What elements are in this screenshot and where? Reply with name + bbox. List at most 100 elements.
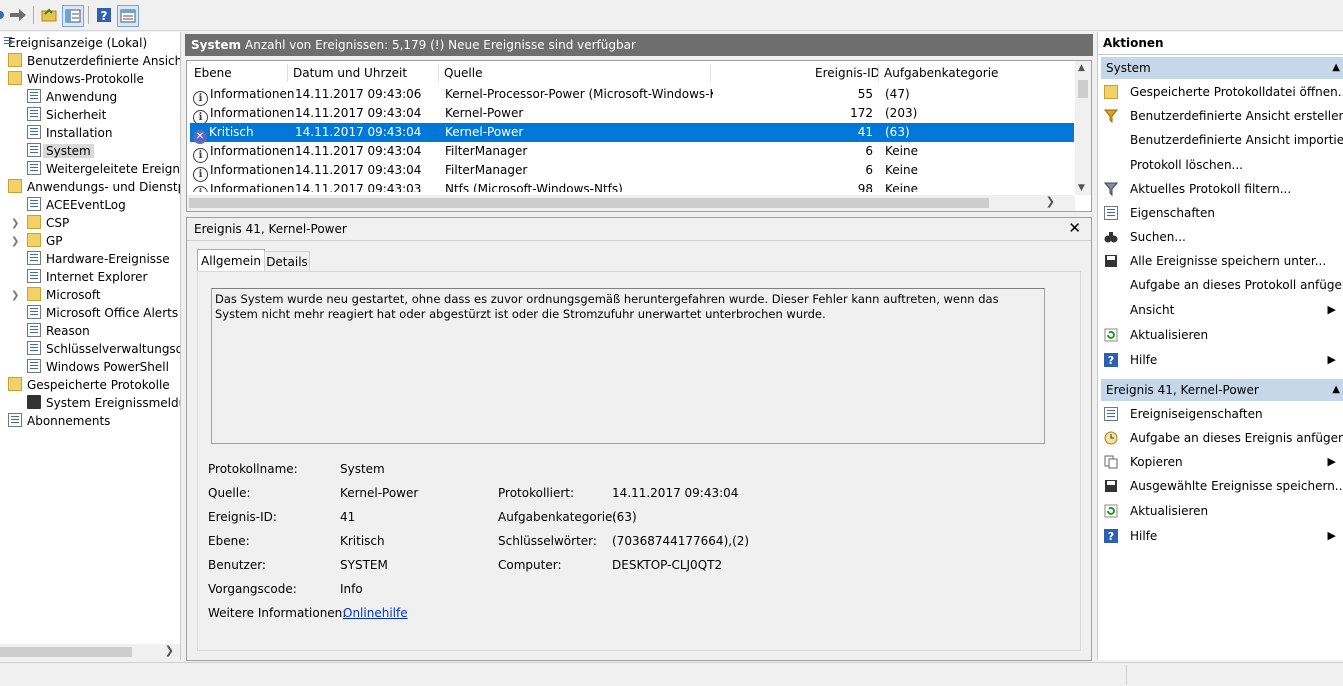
field-value-taskcat[interactable]: (63) — [612, 510, 637, 524]
tab-allgemein[interactable]: Allgemein — [197, 249, 265, 272]
column-header-event-id[interactable]: Ereignis-ID — [815, 61, 880, 85]
tree-item-hardware[interactable]: Hardware-Ereignisse — [27, 250, 170, 268]
id-cell: 6 — [865, 163, 873, 177]
vertical-scrollbar[interactable]: ▲ ▼ — [1075, 61, 1091, 195]
action-create-custom-view[interactable]: Benutzerdefinierte Ansicht erstellen... — [1103, 105, 1343, 127]
folder-icon — [8, 53, 22, 67]
forward-arrow-icon[interactable] — [8, 5, 28, 25]
table-row-selected[interactable]: ✕ Kritisch 14.11.2017 09:43:04 Kernel-Pow… — [190, 123, 1074, 144]
tree-label: GP — [46, 234, 63, 248]
table-row[interactable]: iInformationen 14.11.2017 09:43:03 Ntfs … — [190, 180, 1074, 192]
action-attach-task-event[interactable]: Aufgabe an dieses Ereignis anfügen... — [1104, 427, 1343, 449]
chevron-right-icon[interactable]: ❯ — [11, 236, 19, 247]
online-help-link[interactable]: Onlinehilfe — [343, 606, 408, 620]
open-folder-icon[interactable] — [39, 5, 59, 25]
subscriptions-icon — [8, 413, 22, 427]
action-attach-task-log[interactable]: Aufgabe an dieses Protokoll anfügen... — [1104, 274, 1343, 296]
tree-item-sicherheit[interactable]: Sicherheit — [27, 106, 106, 124]
column-header-category[interactable]: Aufgabenkategorie — [884, 61, 998, 85]
table-row[interactable]: i Informationen 14.11.2017 09:43:04 Filte… — [190, 161, 1074, 182]
action-view[interactable]: Ansicht ▶ — [1104, 299, 1340, 321]
tree-item-csp[interactable]: CSP — [27, 214, 69, 232]
column-header-level[interactable]: Ebene — [194, 61, 232, 85]
tree-item-saved-logs[interactable]: Gespeicherte Protokolle — [8, 376, 170, 394]
tree-label: Installation — [46, 126, 113, 140]
tree-item-installation[interactable]: Installation — [27, 124, 112, 142]
field-value-computer[interactable]: DESKTOP-CLJ0QT2 — [612, 558, 722, 572]
column-header-source[interactable]: Quelle — [444, 61, 482, 85]
action-pane-icon[interactable] — [117, 5, 139, 27]
action-label: Benutzerdefinierte Ansicht importieren..… — [1130, 133, 1343, 147]
scrollbar-thumb[interactable] — [0, 647, 132, 657]
action-event-properties[interactable]: Ereigniseigenschaften — [1104, 403, 1340, 425]
column-header-date[interactable]: Datum und Uhrzeit — [293, 61, 407, 85]
field-label: Quelle: — [208, 486, 251, 500]
tree-item-aceeventlog[interactable]: ACEEventLog — [27, 196, 126, 214]
tree-item-anwendung[interactable]: Anwendung — [27, 88, 117, 106]
tree-item-subscriptions[interactable]: Abonnements — [8, 412, 110, 430]
chevron-right-icon[interactable]: ❯ — [165, 644, 174, 657]
action-help-event[interactable]: ? Hilfe ▶ — [1104, 525, 1340, 547]
horizontal-scrollbar[interactable]: ❯ — [0, 644, 180, 660]
action-label: Aufgabe an dieses Ereignis anfügen... — [1130, 431, 1343, 445]
tree-item-reason[interactable]: Reason — [27, 322, 90, 340]
scrollbar-thumb[interactable] — [189, 198, 989, 208]
section-system[interactable]: System ▲ — [1101, 57, 1343, 79]
tree-item-ie[interactable]: Internet Explorer — [27, 268, 147, 286]
section-event[interactable]: Ereignis 41, Kernel-Power ▲ — [1101, 379, 1343, 401]
collapse-icon[interactable]: ▲ — [1332, 379, 1340, 401]
action-find[interactable]: Suchen... — [1104, 226, 1340, 248]
action-import-custom-view[interactable]: Benutzerdefinierte Ansicht importieren..… — [1104, 129, 1343, 151]
tree-item-custom-views[interactable]: Benutzerdefinierte Ansichten — [8, 52, 180, 70]
tree-item-app-services[interactable]: Anwendungs- und Dienstprotokolle — [8, 178, 180, 196]
chevron-right-icon[interactable]: ❯ — [11, 290, 19, 301]
field-value-level[interactable]: Kritisch — [340, 534, 385, 548]
date-cell: 14.11.2017 09:43:04 — [295, 125, 422, 139]
tree-item-key-mgmt[interactable]: Schlüsselverwaltungsdienst — [27, 340, 180, 358]
console-tree-icon[interactable] — [62, 5, 84, 27]
action-save-selected-events[interactable]: Ausgewählte Ereignisse speichern... — [1104, 475, 1343, 497]
log-icon — [27, 269, 41, 283]
action-help[interactable]: ? Hilfe ▶ — [1104, 349, 1340, 371]
tree-item-system[interactable]: System — [27, 142, 94, 160]
field-value-opcode[interactable]: Info — [340, 582, 363, 596]
table-row[interactable]: i Informationen 14.11.2017 09:43:06 Kerne… — [190, 85, 1074, 106]
action-copy[interactable]: Kopieren ▶ — [1104, 451, 1340, 473]
action-filter-log[interactable]: Aktuelles Protokoll filtern... — [1103, 178, 1340, 200]
chevron-right-icon[interactable]: ❯ — [11, 218, 19, 229]
field-value-keywords[interactable]: (70368744177664),(2) — [612, 534, 749, 548]
action-label: Protokoll löschen... — [1130, 158, 1243, 172]
horizontal-scrollbar[interactable]: ❯ — [187, 195, 1075, 211]
action-save-all-events[interactable]: Alle Ereignisse speichern unter... — [1104, 250, 1340, 272]
collapse-icon[interactable]: ▲ — [1332, 57, 1340, 79]
close-icon[interactable]: ✕ — [1068, 219, 1081, 237]
chevron-down-icon[interactable]: ▼ — [1078, 183, 1085, 193]
action-refresh-event[interactable]: Aktualisieren — [1104, 500, 1340, 522]
scrollbar-thumb[interactable] — [1078, 80, 1088, 98]
tree-item-gp[interactable]: GP — [27, 232, 63, 250]
tree-item-system-saved[interactable]: System Ereignissmeldung — [27, 394, 180, 412]
action-open-saved-log[interactable]: Gespeicherte Protokolldatei öffnen... — [1104, 81, 1343, 103]
action-properties[interactable]: Eigenschaften — [1104, 202, 1340, 224]
field-value-source[interactable]: Kernel-Power — [340, 486, 418, 500]
tree-item-root[interactable]: Ereignisanzeige (Lokal) — [2, 34, 147, 52]
event-message[interactable]: Das System wurde neu gestartet, ohne das… — [211, 288, 1045, 444]
action-refresh[interactable]: Aktualisieren — [1104, 324, 1340, 346]
chevron-up-icon[interactable]: ▲ — [1078, 63, 1085, 73]
tree-item-powershell[interactable]: Windows PowerShell — [27, 358, 169, 376]
tree-item-office-alerts[interactable]: Microsoft Office Alerts — [27, 304, 178, 322]
field-value-logged[interactable]: 14.11.2017 09:43:04 — [612, 486, 738, 500]
field-value-logname[interactable]: System — [340, 462, 385, 476]
tab-details[interactable]: Details — [264, 251, 310, 272]
action-clear-log[interactable]: Protokoll löschen... — [1104, 154, 1340, 176]
table-row[interactable]: i Informationen 14.11.2017 09:43:04 Filte… — [190, 142, 1074, 163]
table-row[interactable]: i Informationen 14.11.2017 09:43:04 Kerne… — [190, 104, 1074, 125]
tree-item-windows-logs[interactable]: Windows-Protokolle — [8, 70, 144, 88]
tree-item-forwarded[interactable]: Weitergeleitete Ereignisse — [27, 160, 180, 178]
field-value-user[interactable]: SYSTEM — [340, 558, 388, 572]
field-value-eventid[interactable]: 41 — [340, 510, 355, 524]
log-icon — [27, 323, 41, 337]
chevron-right-icon[interactable]: ❯ — [1046, 195, 1055, 208]
help-icon[interactable]: ? — [94, 5, 114, 25]
tree-item-microsoft[interactable]: Microsoft — [27, 286, 101, 304]
